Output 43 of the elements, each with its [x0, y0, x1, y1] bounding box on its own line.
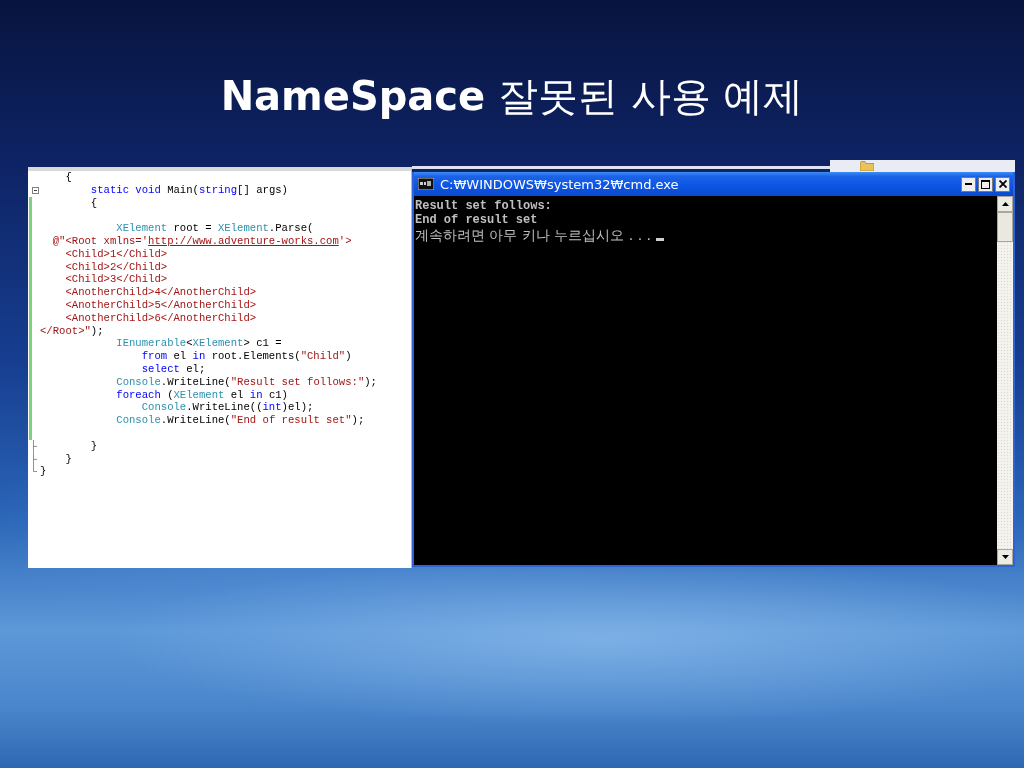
code-line: <Child>3</Child> [65, 273, 168, 287]
code-line: <AnotherChild>5</AnotherChild> [65, 298, 257, 312]
folder-icon [860, 161, 874, 171]
console-text: Result set follows: [415, 199, 552, 213]
scroll-down-button[interactable] [997, 549, 1013, 565]
code-line: <AnotherChild>6</AnotherChild> [65, 311, 257, 325]
minimize-icon [965, 183, 972, 185]
maximize-button[interactable] [978, 176, 993, 192]
code-line: <Child>2</Child> [65, 260, 168, 274]
up-arrow-icon [1001, 202, 1009, 206]
code-line: from el in root.Elements("Child") [141, 350, 352, 363]
scroll-up-button[interactable] [997, 196, 1013, 212]
code-line: { [65, 171, 72, 184]
console-text: End of result set [415, 213, 538, 227]
code-line: select el; [141, 362, 206, 376]
scrollbar-track[interactable] [997, 196, 1013, 565]
code-line: } [40, 465, 47, 479]
code-line: foreach (XElement el in c1) [116, 388, 288, 402]
code-line: </Root>"); [40, 324, 104, 338]
console-text: 계속하려면 아무 키나 누르십시오 . . . [415, 227, 652, 244]
code-line: } [65, 452, 72, 466]
minimize-button[interactable] [961, 176, 976, 192]
down-arrow-icon [1001, 555, 1009, 559]
console-icon [418, 178, 434, 190]
collapse-icon[interactable] [32, 186, 39, 194]
code-link[interactable]: http://www.adventure-works.com [148, 235, 339, 247]
code-line: <Child>1</Child> [65, 247, 168, 261]
code-line: Console.WriteLine((int)el); [141, 401, 314, 415]
code-line: } [90, 439, 98, 453]
close-button[interactable] [995, 176, 1010, 192]
maximize-icon [981, 179, 990, 189]
code-line: { [90, 196, 98, 210]
code-line: XElement root = XElement.Parse( [116, 222, 314, 235]
slide-title: NameSpace 잘못된 사용 예제 [220, 72, 804, 121]
scroll-thumb[interactable] [997, 212, 1013, 242]
code-line: IEnumerable<XElement> c1 = [116, 337, 282, 351]
code-line: <AnotherChild>4</AnotherChild> [65, 286, 257, 299]
code-line: @"<Root xmlns='http://www.adventure-works.com'> [52, 235, 352, 248]
code-line: Console.WriteLine("Result set follows:"); [116, 375, 377, 389]
window-title: C:₩WINDOWS₩system32₩cmd.exe [440, 176, 679, 192]
code-line: Console.WriteLine("End of result set"); [116, 414, 365, 427]
close-icon [998, 180, 1007, 188]
code-line: static void Main(string[] args) [90, 183, 288, 197]
